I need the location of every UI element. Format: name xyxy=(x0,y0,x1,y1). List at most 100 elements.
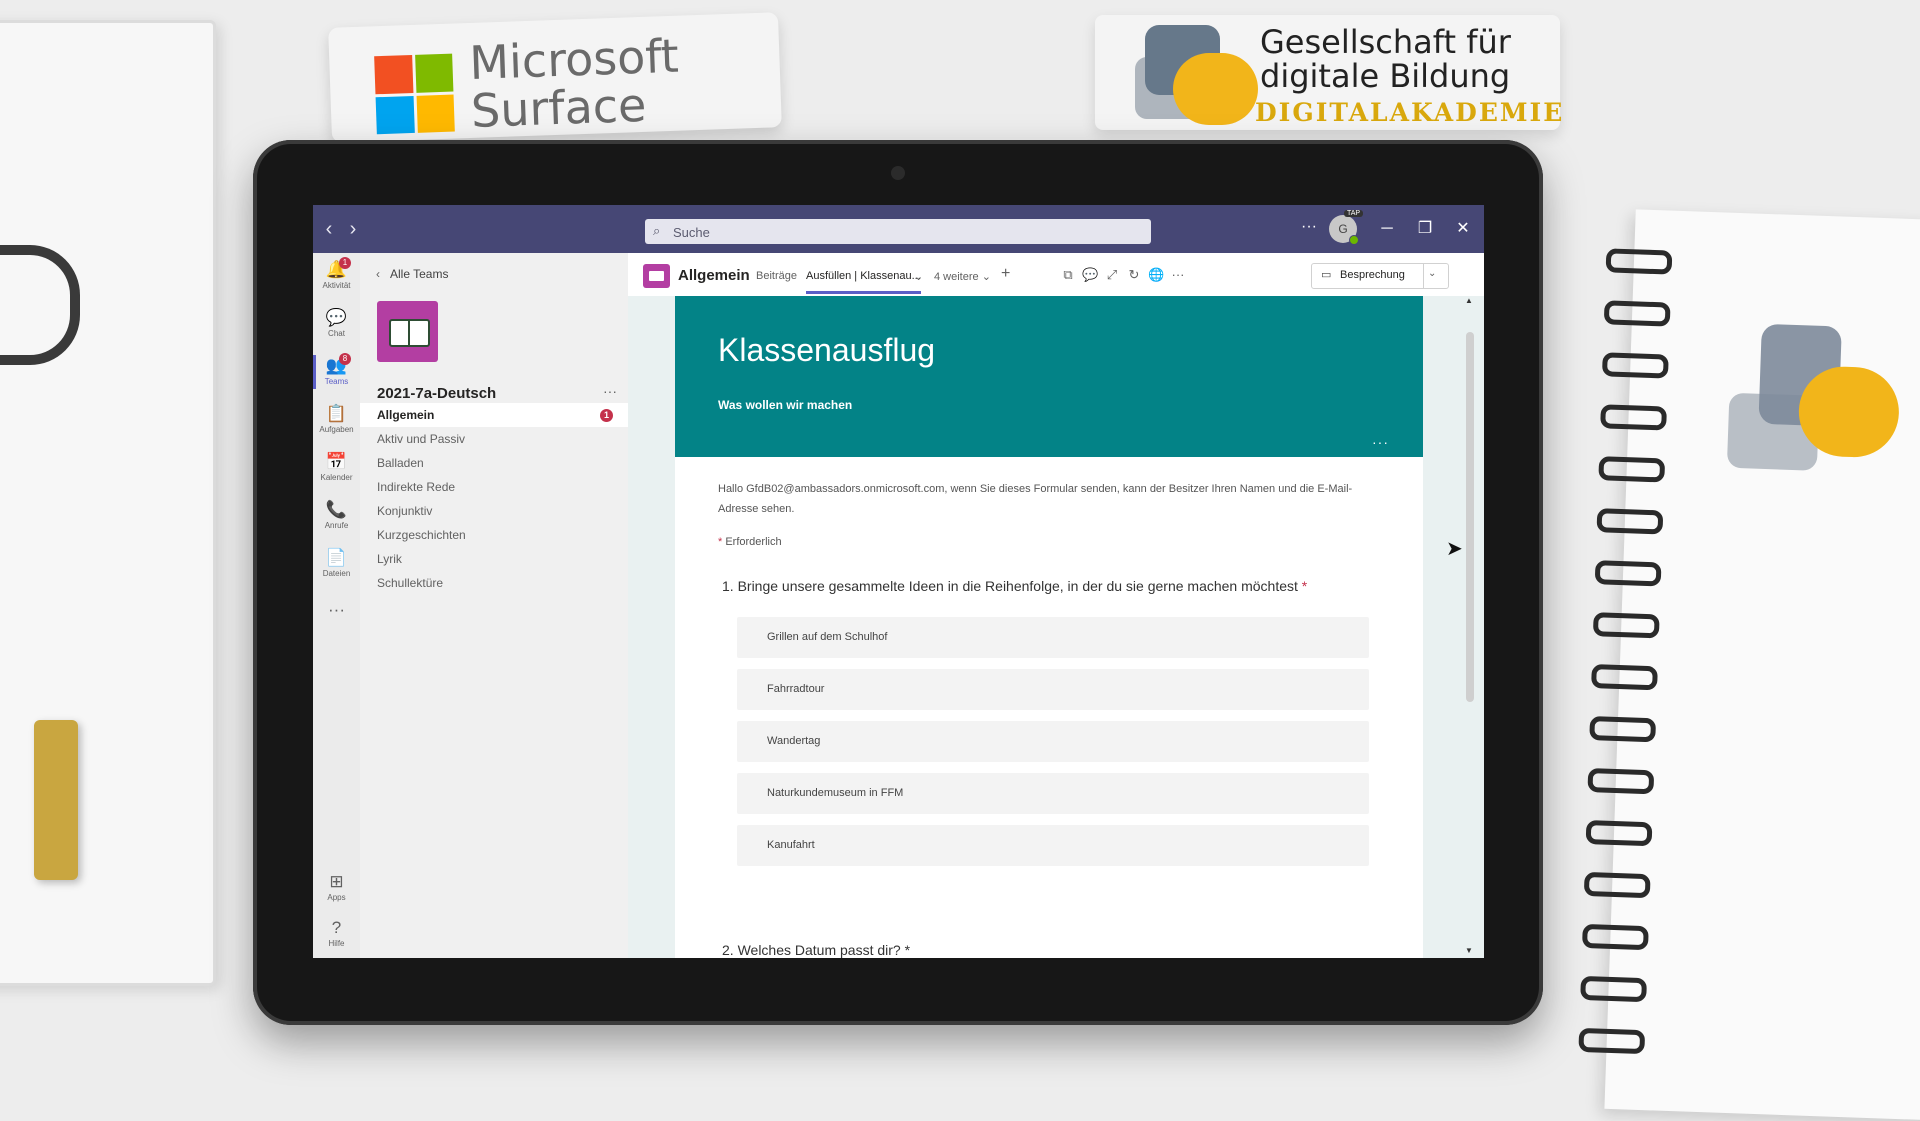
notebook-ring xyxy=(1592,612,1660,639)
channel-icon xyxy=(643,264,670,288)
teams-window: ‹ › ⌕ ··· G TAP ─ ❐ ✕ 🔔 Aktivität 1 💬 Ch… xyxy=(313,205,1484,958)
notebook-ring xyxy=(1580,975,1647,1003)
teams-icon: 👥 xyxy=(325,356,348,375)
ranking-option[interactable]: Fahrradtour xyxy=(737,669,1369,710)
rail-more-apps[interactable]: ··· xyxy=(313,593,360,639)
gfdb-logo-card: Gesellschaft für digitale Bildung DIGITA… xyxy=(1095,15,1562,130)
conversation-icon[interactable]: 💬 xyxy=(1082,267,1098,283)
channel-item[interactable]: Indirekte Rede xyxy=(360,475,628,499)
rail-item-calls[interactable]: 📞 Anrufe xyxy=(313,493,360,539)
question-2-title: 2. Welches Datum passt dir? * xyxy=(722,942,910,958)
divider xyxy=(1423,264,1424,288)
ranking-option[interactable]: Wandertag xyxy=(737,721,1369,762)
ranking-list: Grillen auf dem Schulhof Fahrradtour Wan… xyxy=(737,617,1369,877)
channel-item[interactable]: Kurzgeschichten xyxy=(360,523,628,547)
channel-item[interactable]: Schullektüre xyxy=(360,571,628,595)
rail-label: Kalender xyxy=(320,473,353,482)
all-teams-link[interactable]: ‹ Alle Teams xyxy=(376,267,448,281)
rail-item-activity[interactable]: 🔔 Aktivität 1 xyxy=(313,253,360,299)
rail-item-help[interactable]: ? Hilfe xyxy=(313,911,360,957)
channel-item[interactable]: Balladen xyxy=(360,451,628,475)
notification-badge: 8 xyxy=(339,353,351,365)
form-description: Was wollen wir machen xyxy=(718,398,853,412)
notebook-ring xyxy=(1601,352,1669,379)
maximize-button[interactable]: ❐ xyxy=(1413,217,1437,241)
notebook-logo-shape xyxy=(1797,365,1901,459)
ms-logo-blue xyxy=(375,95,415,135)
rail-item-assignments[interactable]: 📋 Aufgaben xyxy=(313,397,360,443)
channel-item-allgemein[interactable]: Allgemein 1 xyxy=(360,403,628,427)
form-card: Klassenausflug Was wollen wir machen ···… xyxy=(675,296,1423,958)
rail-label: Chat xyxy=(328,329,345,338)
required-label: Erforderlich xyxy=(725,536,782,548)
rail-item-teams[interactable]: 👥 Teams 8 xyxy=(313,349,360,395)
tab-more[interactable]: 4 weitere ⌄ xyxy=(934,270,991,283)
privacy-note: Hallo GfdB02@ambassadors.onmicrosoft.com… xyxy=(718,483,1353,515)
refresh-icon[interactable]: ↻ xyxy=(1126,267,1142,283)
channel-item[interactable]: Aktiv und Passiv xyxy=(360,427,628,451)
video-camera-icon: ▭ xyxy=(1321,269,1332,281)
meeting-button[interactable]: ▭ Besprechung ⌄ xyxy=(1311,263,1449,289)
notebook-ring xyxy=(1594,560,1662,587)
channel-list: Allgemein 1 Aktiv und Passiv Balladen In… xyxy=(360,403,628,595)
all-teams-label: Alle Teams xyxy=(390,267,449,281)
rail-label: Anrufe xyxy=(324,521,349,530)
channel-item[interactable]: Lyrik xyxy=(360,547,628,571)
app-rail: 🔔 Aktivität 1 💬 Chat 👥 Teams 8 📋 Aufgabe… xyxy=(313,253,360,958)
minimize-button[interactable]: ─ xyxy=(1375,217,1399,241)
rail-item-chat[interactable]: 💬 Chat xyxy=(313,301,360,347)
channel-header: Allgemein Beiträge Ausfüllen | Klassenau… xyxy=(628,253,1484,297)
tab-more-label: 4 weitere xyxy=(934,271,979,283)
forward-arrow-icon[interactable]: › xyxy=(343,217,363,241)
assignments-icon: 📋 xyxy=(325,404,348,423)
notebook-ring xyxy=(1583,871,1651,899)
expand-icon[interactable]: ⤢ xyxy=(1104,267,1120,283)
channel-badge: 1 xyxy=(600,409,613,422)
notebook-ring xyxy=(1578,1027,1646,1055)
rail-label: Hilfe xyxy=(328,939,345,948)
scrollbar[interactable]: ▲ ▼ xyxy=(1463,296,1475,958)
scrollbar-thumb[interactable] xyxy=(1466,332,1474,702)
tab-beitraege[interactable]: Beiträge xyxy=(756,270,797,282)
phone-icon: 📞 xyxy=(325,500,348,519)
close-button[interactable]: ✕ xyxy=(1451,217,1475,241)
search-box[interactable]: ⌕ xyxy=(645,219,1151,246)
ranking-option[interactable]: Grillen auf dem Schulhof xyxy=(737,617,1369,658)
popout-icon[interactable]: ⧉ xyxy=(1060,267,1076,283)
channel-item[interactable]: Konjunktiv xyxy=(360,499,628,523)
notebook-ring xyxy=(1587,768,1655,795)
microsoft-surface-logo-card: Microsoft Surface xyxy=(328,12,782,143)
required-star: * xyxy=(1301,578,1308,594)
scroll-up-arrow-icon[interactable]: ▲ xyxy=(1465,296,1473,305)
ranking-option[interactable]: Kanufahrt xyxy=(737,825,1369,866)
rail-item-calendar[interactable]: 📅 Kalender xyxy=(313,445,360,491)
team-more-icon[interactable]: ··· xyxy=(603,383,617,399)
tab-content: Klassenausflug Was wollen wir machen ···… xyxy=(628,296,1484,958)
team-name: 2021-7a-Deutsch xyxy=(377,385,497,402)
tab-forms[interactable]: Ausfüllen | Klassenau... xyxy=(806,270,921,294)
globe-icon[interactable]: 🌐 xyxy=(1148,267,1164,283)
chevron-down-icon[interactable]: ⌄ xyxy=(1428,268,1436,279)
ms-logo-yellow xyxy=(416,94,455,133)
rail-item-apps[interactable]: ⊞ Apps xyxy=(313,865,360,911)
ms-logo-red xyxy=(374,54,413,94)
back-arrow-icon[interactable]: ‹ xyxy=(319,217,339,241)
scroll-down-arrow-icon[interactable]: ▼ xyxy=(1465,946,1473,955)
title-bar: ‹ › ⌕ ··· G TAP ─ ❐ ✕ xyxy=(313,205,1484,253)
channel-title: Allgemein xyxy=(678,267,750,284)
chat-icon: 💬 xyxy=(325,308,348,327)
tab-forms-chevron-down-icon[interactable]: ⌄ xyxy=(914,270,923,283)
form-more-icon[interactable]: ··· xyxy=(1372,434,1389,450)
ranking-option[interactable]: Naturkundemuseum in FFM xyxy=(737,773,1369,814)
book-icon xyxy=(389,319,430,347)
tab-forms-label: Ausfüllen | Klassenau... xyxy=(806,270,921,282)
search-input[interactable] xyxy=(671,219,1145,246)
search-icon: ⌕ xyxy=(653,223,661,238)
microsoft-logo-icon xyxy=(374,53,455,135)
add-tab-icon[interactable]: + xyxy=(1001,265,1010,283)
background-paper xyxy=(0,20,216,986)
more-options-icon[interactable]: ··· xyxy=(1301,218,1317,236)
header-more-icon[interactable]: ··· xyxy=(1170,267,1186,282)
notebook-ring xyxy=(1581,923,1649,951)
rail-item-files[interactable]: 📄 Dateien xyxy=(313,541,360,587)
